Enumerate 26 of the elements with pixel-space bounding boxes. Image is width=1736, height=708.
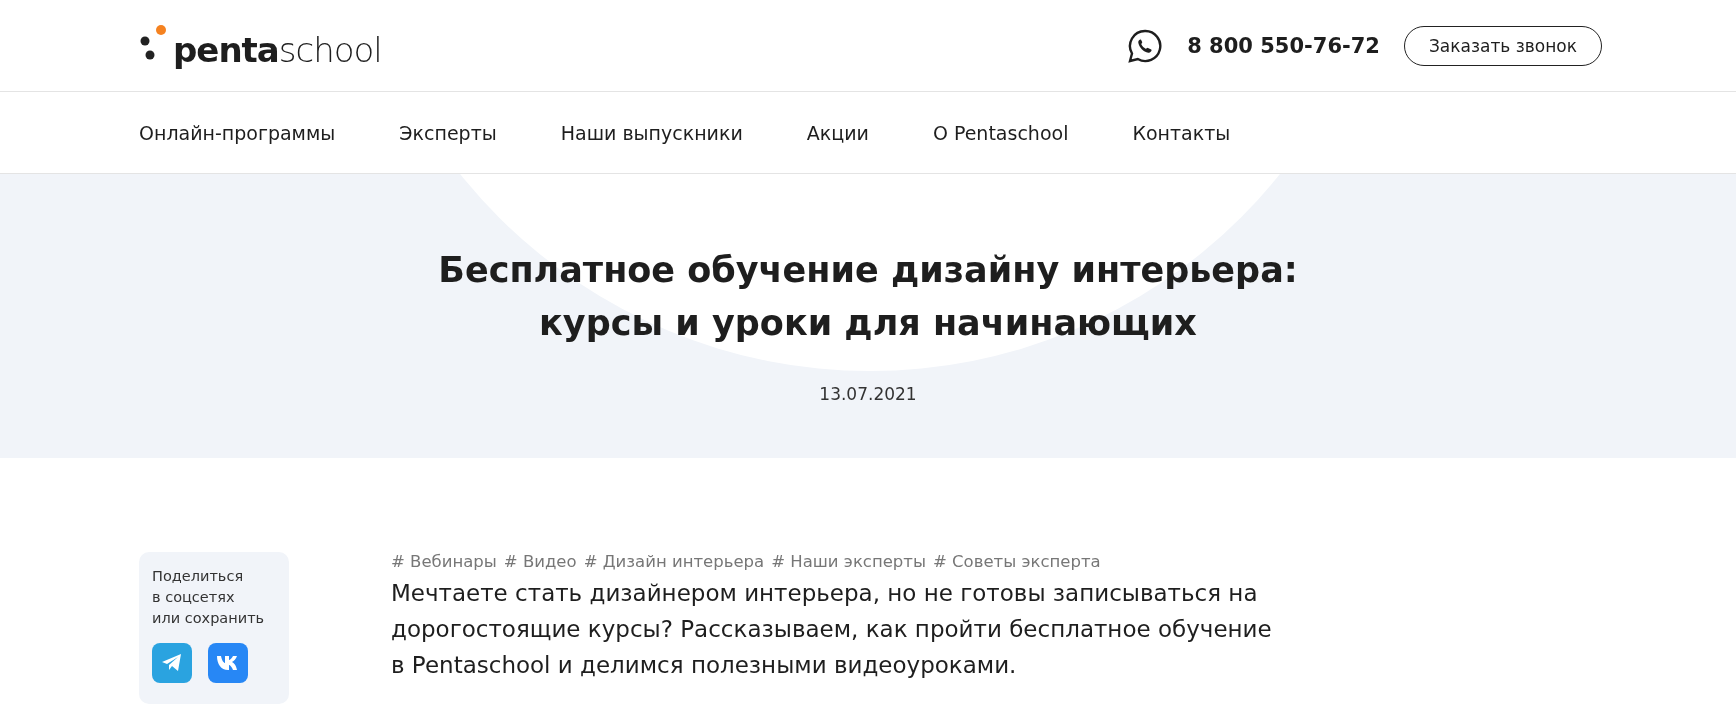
lead-paragraph: Мечтаете стать дизайнером интерьера, но не готовы записываться на дорогостоящие курсы? Рассказываем, как пройти бесплатное обучение в Pentaschool и делимся полезными видеоуроками. [391,579,1273,680]
tag-link[interactable]: # Дизайн интерьера [583,552,765,571]
publish-date: 13.07.2021 [819,384,917,404]
nav-link[interactable]: О Pentaschool [932,121,1069,144]
share-label: или сохранить [152,609,266,628]
page-title: Бесплатное обучение дизайну интерьера: [438,249,1298,292]
share-label: Поделиться [152,567,245,586]
tag-link[interactable]: # Советы эксперта [933,552,1101,571]
page-title: курсы и уроки для начинающих [539,302,1197,345]
phone-number[interactable]: 8 800 550-76-72 [1187,33,1380,58]
whatsapp-icon[interactable] [1127,27,1164,64]
tag-link[interactable]: # Наши эксперты [771,552,926,571]
share-label: в соцсетях [152,588,236,607]
nav-link[interactable]: Эксперты [399,121,497,144]
callback-button[interactable]: Заказать звонок [1403,25,1602,66]
nav-link[interactable]: Контакты [1132,121,1231,144]
nav-link[interactable]: Акции [806,121,869,144]
vk-icon [216,655,240,671]
paper-plane-icon [161,653,183,673]
nav-link[interactable]: Онлайн-программы [139,121,336,144]
tag-link[interactable]: # Видео [503,552,577,571]
vk-button[interactable] [208,643,248,683]
telegram-button[interactable] [152,643,192,683]
tag-link[interactable]: # Вебинары [391,552,497,571]
nav-link[interactable]: Наши выпускники [560,121,743,144]
logo[interactable]: pentaschool [173,32,382,67]
